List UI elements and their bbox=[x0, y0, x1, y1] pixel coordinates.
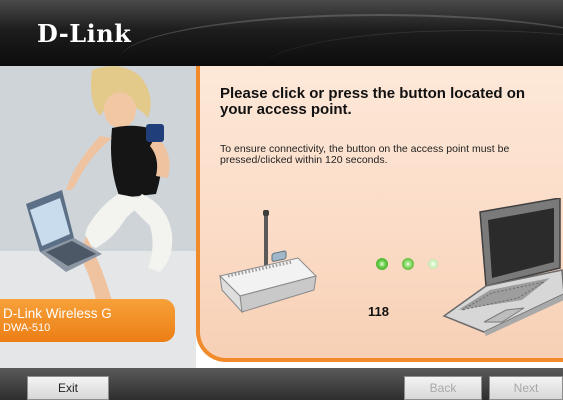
instruction-text: To ensure connectivity, the button on th… bbox=[220, 143, 510, 166]
page-title: Please click or press the button located… bbox=[220, 85, 526, 118]
next-button[interactable]: Next bbox=[489, 376, 563, 400]
product-label-box: D-Link Wireless G DWA-510 bbox=[0, 299, 175, 342]
back-button[interactable]: Back bbox=[404, 376, 482, 400]
router-icon bbox=[219, 210, 317, 314]
exit-button[interactable]: Exit bbox=[27, 376, 109, 400]
footer-bar: Exit Back Next bbox=[0, 368, 563, 400]
signal-dot-icon bbox=[376, 258, 388, 270]
product-model: DWA-510 bbox=[3, 322, 51, 334]
laptop-icon bbox=[442, 198, 563, 336]
header-bar: D-Link bbox=[0, 0, 563, 66]
signal-dot-icon bbox=[402, 258, 414, 270]
signal-dot-icon bbox=[428, 259, 438, 269]
product-photo-panel: D-Link Wireless G DWA-510 bbox=[0, 66, 196, 368]
countdown-timer: 118 bbox=[368, 304, 389, 319]
product-name: D-Link Wireless G bbox=[3, 306, 112, 321]
dlink-logo: D-Link bbox=[37, 19, 132, 48]
setup-wizard-window: D-Link D-Link Wireless G DWA-510 Please … bbox=[0, 0, 563, 400]
connection-progress bbox=[374, 256, 444, 272]
content-panel: Please click or press the button located… bbox=[196, 66, 563, 362]
